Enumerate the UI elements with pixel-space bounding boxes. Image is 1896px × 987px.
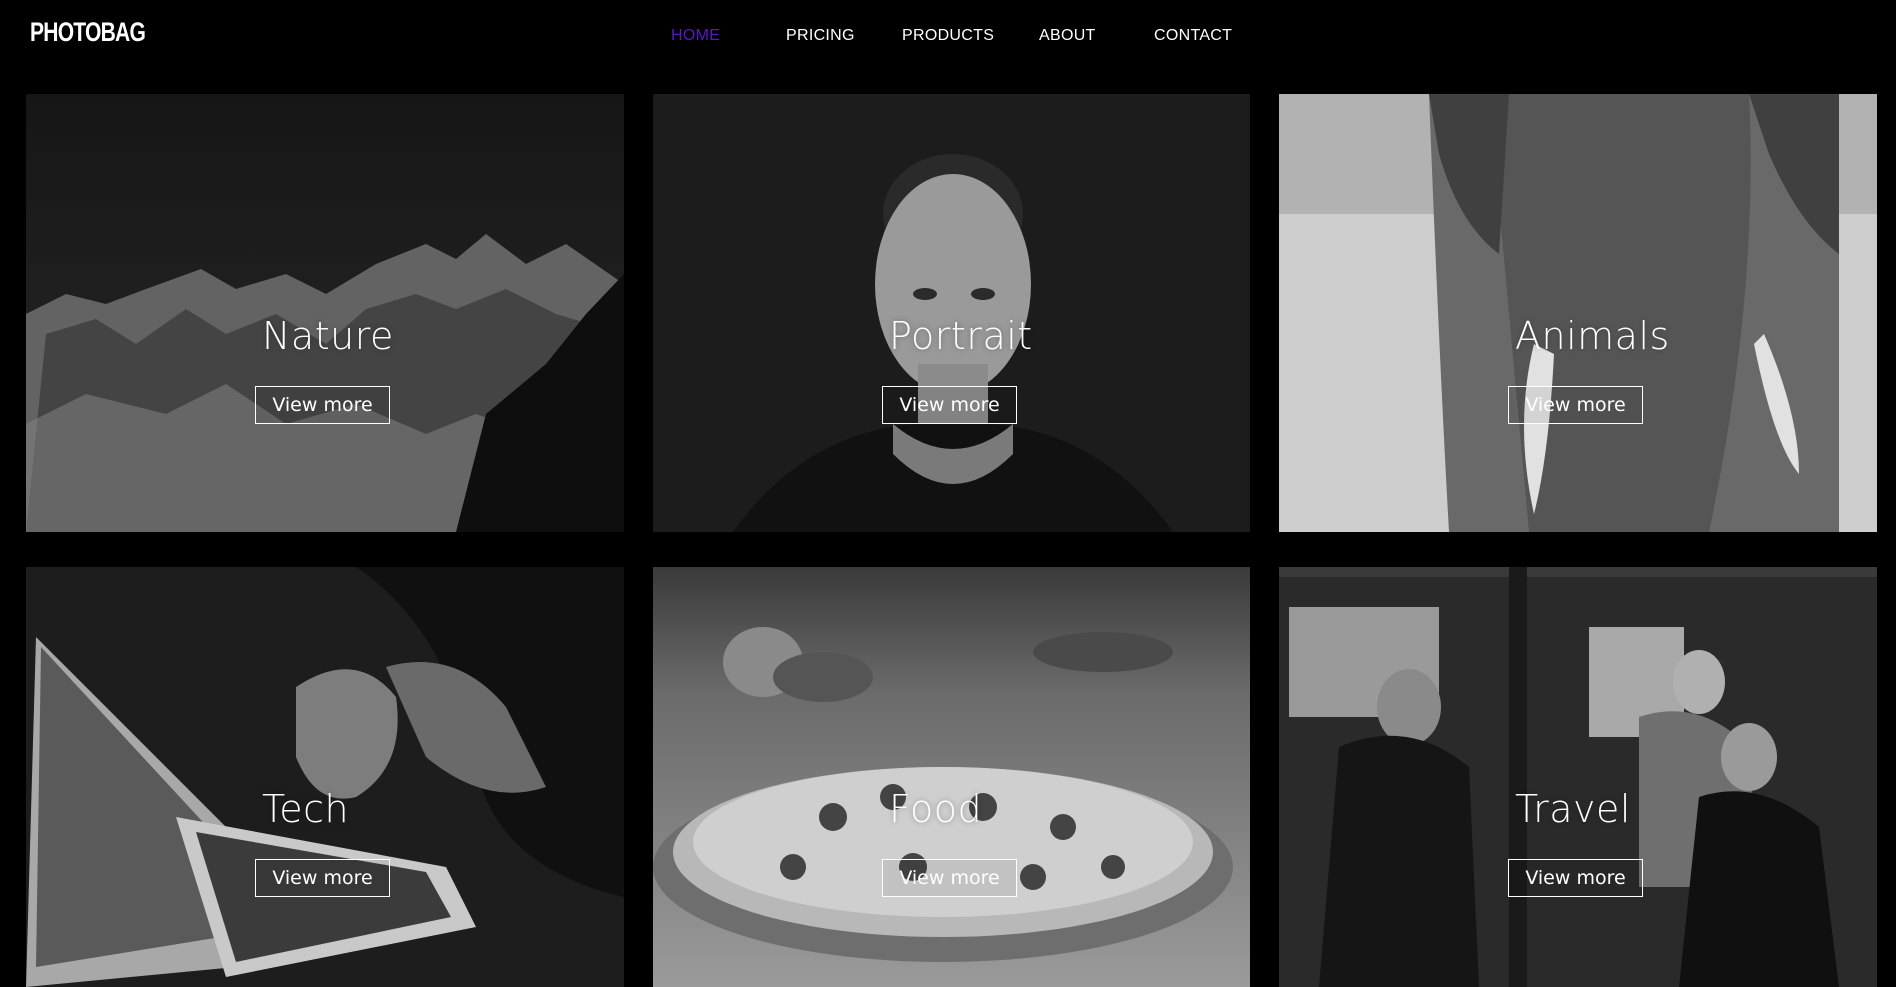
card-title-nature: Nature [262, 314, 394, 358]
gallery-card-portrait[interactable]: Portrait View more [653, 94, 1250, 532]
elephant-trunk-photo [1279, 94, 1877, 532]
pizza-on-board-photo [653, 567, 1250, 987]
card-title-portrait: Portrait [889, 314, 1033, 358]
gallery-card-food[interactable]: Food View more [653, 567, 1250, 987]
gallery-card-tech[interactable]: Tech View more [26, 567, 624, 987]
view-more-button-tech[interactable]: View more [255, 859, 390, 897]
card-title-food: Food [889, 787, 983, 831]
card-title-travel: Travel [1515, 787, 1631, 831]
view-more-button-food[interactable]: View more [882, 859, 1017, 897]
people-in-van-photo [1279, 567, 1877, 987]
gallery-card-animals[interactable]: Animals View more [1279, 94, 1877, 532]
view-more-button-nature[interactable]: View more [255, 386, 390, 424]
card-title-tech: Tech [262, 787, 350, 831]
laptop-typing-photo [26, 567, 624, 987]
woman-portrait-photo [653, 94, 1250, 532]
gallery-grid: Nature View more Portrait View more Anim… [0, 0, 1896, 987]
view-more-button-animals[interactable]: View more [1508, 386, 1643, 424]
view-more-button-portrait[interactable]: View more [882, 386, 1017, 424]
card-title-animals: Animals [1515, 314, 1670, 358]
gallery-card-travel[interactable]: Travel View more [1279, 567, 1877, 987]
mountain-peaks-photo [26, 94, 624, 532]
view-more-button-travel[interactable]: View more [1508, 859, 1643, 897]
gallery-card-nature[interactable]: Nature View more [26, 94, 624, 532]
